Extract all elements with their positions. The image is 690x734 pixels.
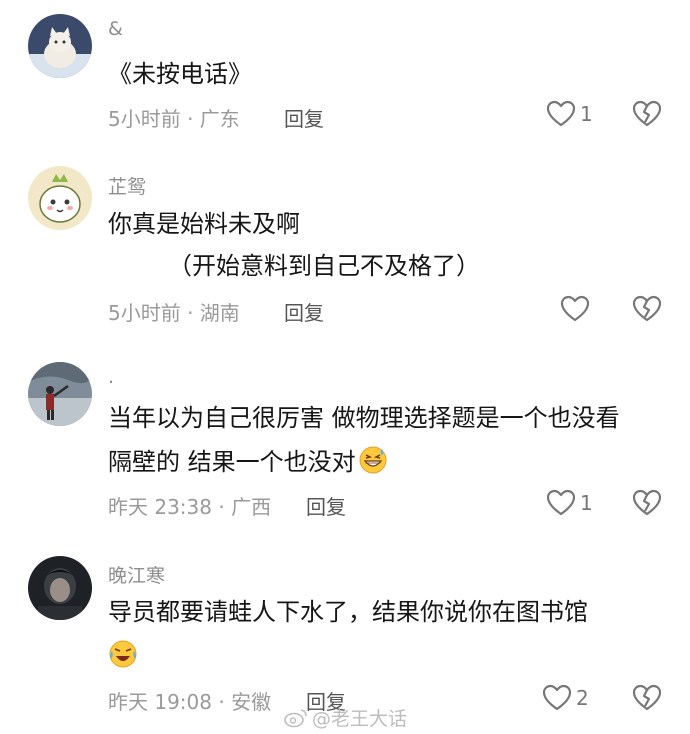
username[interactable]: 晚江寒 [108, 561, 165, 588]
user-avatar[interactable] [28, 362, 92, 426]
heart-icon [560, 295, 590, 322]
like-button[interactable]: 1 [546, 489, 593, 517]
time-location: 昨天 23:38 · 广西 [108, 495, 272, 519]
comment-text-line-1: 当年以为自己很厉害 做物理选择题是一个也没看 [108, 404, 620, 432]
time-location: 昨天 19:08 · 安徽 [108, 690, 272, 714]
like-button[interactable]: 2 [542, 684, 589, 712]
dislike-button[interactable] [632, 295, 662, 323]
like-count: 1 [580, 102, 593, 126]
heart-icon [542, 684, 572, 711]
like-button[interactable] [560, 295, 594, 323]
weibo-icon [284, 708, 307, 727]
heart-icon [546, 489, 576, 516]
reply-button[interactable]: 回复 [284, 103, 324, 132]
grinning-sweat-emoji-icon [358, 445, 388, 475]
dislike-button[interactable] [632, 684, 662, 712]
like-count: 2 [576, 686, 589, 710]
comment-text-line-2: 隔壁的 结果一个也没对 [108, 442, 666, 482]
person-silhouette-avatar-icon [28, 362, 92, 426]
comment-text-line-2-text: 隔壁的 结果一个也没对 [108, 448, 356, 476]
watermark: @老王大话 [284, 704, 407, 731]
cat-avatar-icon [28, 14, 92, 78]
like-button[interactable]: 1 [546, 100, 593, 128]
dislike-button[interactable] [632, 489, 662, 517]
comment-text-line-2: （开始意料到自己不及格了） [168, 252, 480, 280]
username[interactable]: & [108, 18, 123, 40]
broken-heart-icon [632, 489, 662, 516]
loudly-crying-laughing-emoji-icon [108, 639, 138, 669]
broken-heart-icon [632, 100, 662, 127]
cartoon-cat-crown-avatar-icon [28, 166, 92, 230]
broken-heart-icon [632, 684, 662, 711]
user-avatar[interactable] [28, 14, 92, 78]
time-location: 5小时前 · 湖南 [108, 301, 240, 325]
reply-button[interactable]: 回复 [306, 491, 346, 520]
username[interactable]: . [108, 366, 114, 388]
dislike-button[interactable] [632, 100, 662, 128]
like-count: 1 [580, 491, 593, 515]
comment-text-line-1: 《未按电话》 [108, 60, 252, 88]
comment-text-line-1: 导员都要请蛙人下水了，结果你说你在图书馆 [108, 598, 588, 626]
comment-text-line-2 [108, 636, 666, 676]
comment-text-line-1: 你真是始料未及啊 [108, 210, 300, 238]
reply-button[interactable]: 回复 [284, 297, 324, 326]
username[interactable]: 芷鸳 [108, 172, 146, 199]
user-avatar[interactable] [28, 556, 92, 620]
user-avatar[interactable] [28, 166, 92, 230]
time-location: 5小时前 · 广东 [108, 107, 240, 131]
watermark-text: @老王大话 [312, 708, 408, 730]
broken-heart-icon [632, 295, 662, 322]
dark-portrait-avatar-icon [28, 556, 92, 620]
heart-icon [546, 100, 576, 127]
